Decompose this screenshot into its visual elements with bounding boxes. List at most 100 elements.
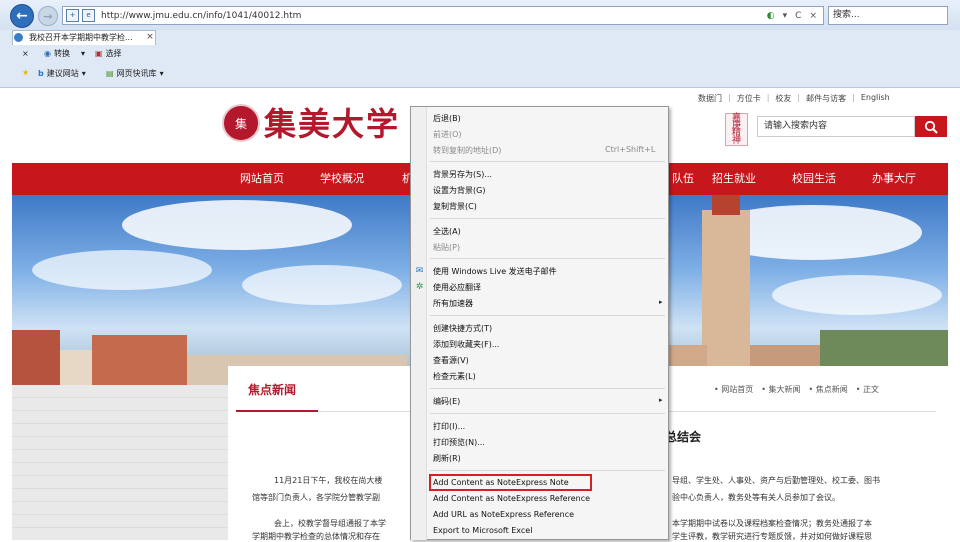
convert-button[interactable]: ◉ 转换 ▾ (44, 48, 85, 59)
convert-dropdown-icon[interactable]: ▾ (81, 49, 85, 58)
context-menu-icon-gutter (411, 107, 427, 540)
breadcrumb: • 网站首页 • 集大新闻 • 焦点新闻 • 正文 (714, 384, 879, 395)
menu-item-forward[interactable]: 前进(O) (433, 129, 462, 140)
cloud (122, 200, 352, 250)
site-search-input[interactable]: 请输入搜索内容 (757, 116, 915, 137)
brick-wall-decoration (12, 385, 228, 540)
nav-about[interactable]: 学校概况 (320, 163, 364, 195)
section-title-underline (236, 410, 318, 412)
email-icon: ✉ (415, 266, 424, 276)
back-button[interactable]: ← (10, 4, 34, 28)
article-text: 导组、学生处、人事处、资产与后勤管理处、校工委、图书 (672, 476, 880, 485)
select-button[interactable]: ▣ 选择 (95, 48, 122, 59)
tab-favicon-icon (14, 33, 23, 42)
menu-item-send-email[interactable]: 使用 Windows Live 发送电子邮件 (433, 266, 557, 277)
menu-item-print[interactable]: 打印(I)... (433, 421, 465, 432)
chevron-down-icon: ▾ (81, 69, 86, 78)
menu-item-view-source[interactable]: 查看源(V) (433, 355, 469, 366)
stop-icon[interactable]: × (809, 11, 817, 21)
menu-item-refresh[interactable]: 刷新(R) (433, 453, 461, 464)
nav-admissions[interactable]: 招生就业 (712, 163, 756, 195)
url-text[interactable]: http://www.jmu.edu.cn/info/1041/40012.ht… (98, 11, 767, 21)
menu-separator (430, 315, 665, 316)
top-link[interactable]: 校友 (775, 93, 791, 105)
search-icon (924, 120, 938, 134)
forward-button[interactable]: → (38, 6, 58, 26)
menu-separator (430, 413, 665, 414)
nav-faculty[interactable]: 队伍 (672, 163, 694, 195)
menu-separator (430, 258, 665, 259)
menu-separator (430, 161, 665, 162)
compat-view-icon[interactable]: ◐ (767, 11, 775, 21)
menu-item-add-to-favorites[interactable]: 添加到收藏夹(F)... (433, 339, 499, 350)
menu-item-translate[interactable]: 使用必应翻译 (433, 282, 481, 293)
web-slice-icon: ▤ (106, 69, 114, 78)
tower-building (702, 210, 750, 385)
close-toolbar-button[interactable]: × (22, 49, 29, 58)
menu-item-create-shortcut[interactable]: 创建快捷方式(T) (433, 323, 492, 334)
menu-item-encoding[interactable]: 编码(E) (433, 396, 460, 407)
convert-icon: ◉ (44, 49, 51, 58)
select-icon: ▣ (95, 49, 103, 58)
menu-item-add-url-as-noteexpress-reference[interactable]: Add URL as NoteExpress Reference (433, 510, 574, 519)
web-slices-link[interactable]: ▤ 网页快讯库 ▾ (106, 68, 164, 79)
tab-active[interactable]: 我校召开本学期期中教学检... (12, 30, 156, 45)
menu-item-go-to-copied-address[interactable]: 转到复制的地址(D) (433, 145, 501, 156)
article-title: 总结会 (665, 430, 702, 444)
nav-home[interactable]: 网站首页 (240, 163, 284, 195)
menu-item-add-content-as-noteexpress-reference[interactable]: Add Content as NoteExpress Reference (433, 494, 590, 503)
submenu-arrow-icon: ▸ (659, 396, 663, 404)
compat-icon[interactable]: + (66, 9, 79, 22)
building (12, 330, 60, 385)
top-link-english[interactable]: English (861, 93, 890, 105)
building (60, 350, 92, 385)
translate-icon: ✲ (415, 282, 424, 292)
menu-item-set-as-background[interactable]: 设置为背景(G) (433, 185, 485, 196)
nav-services[interactable]: 办事大厅 (872, 163, 916, 195)
top-link[interactable]: 数据门 (698, 93, 722, 105)
menu-item-back[interactable]: 后退(B) (433, 113, 461, 124)
tab-close-button[interactable]: × (144, 30, 156, 45)
refresh-icon[interactable]: C (795, 11, 801, 21)
menu-item-copy-background[interactable]: 复制背景(C) (433, 201, 477, 212)
top-links: 数据门 | 方位卡 | 校友 | 邮件与访客 | English (698, 93, 890, 105)
dropdown-icon[interactable]: ▾ (783, 11, 788, 21)
menu-item-inspect-element[interactable]: 检查元素(L) (433, 371, 476, 382)
menu-item-shortcut: Ctrl+Shift+L (605, 145, 656, 154)
command-toolbar: × ◉ 转换 ▾ ▣ 选择 (0, 46, 960, 64)
menu-item-print-preview[interactable]: 打印预览(N)... (433, 437, 485, 448)
browser-search-input[interactable]: 搜索... (828, 6, 948, 25)
menu-separator (430, 218, 665, 219)
address-bar[interactable]: + e http://www.jmu.edu.cn/info/1041/4001… (62, 6, 824, 25)
top-link[interactable]: 方位卡 (737, 93, 761, 105)
article-text: 11月21日下午，我校在尚大楼 (274, 476, 383, 485)
cloud (772, 275, 942, 315)
bing-icon: b (38, 69, 44, 78)
top-link[interactable]: 邮件与访客 (806, 93, 846, 105)
cloud (242, 265, 402, 305)
menu-item-paste[interactable]: 粘贴(P) (433, 242, 460, 253)
breadcrumb-item[interactable]: • 集大新闻 (761, 384, 800, 395)
page-icon: e (82, 9, 95, 22)
favorites-star-icon[interactable]: ★ (22, 68, 29, 77)
nav-campus-life[interactable]: 校园生活 (792, 163, 836, 195)
favorites-toolbar: ★ b 建议网站 ▾ ▤ 网页快讯库 ▾ (0, 64, 960, 84)
suggested-sites-link[interactable]: b 建议网站 ▾ (38, 68, 86, 79)
menu-separator (430, 470, 665, 471)
breadcrumb-item: • 正文 (855, 385, 880, 394)
university-seal-logo[interactable]: 集 (222, 104, 260, 142)
article-text: 验中心负责人，教务处等有关人员参加了会议。 (672, 493, 840, 502)
menu-item-save-background[interactable]: 背景另存为(S)... (433, 169, 492, 180)
article-text: 会上，校教学督导组通报了本学 (274, 519, 386, 528)
breadcrumb-item[interactable]: • 焦点新闻 (809, 384, 848, 395)
breadcrumb-item[interactable]: • 网站首页 (714, 384, 753, 395)
menu-item-select-all[interactable]: 全选(A) (433, 226, 461, 237)
article-text: 学生评教，教学研究进行专题反馈，并对如何做好课程思 (672, 532, 872, 541)
university-name-logo[interactable]: 集美大学 (264, 99, 400, 145)
menu-item-all-accelerators[interactable]: 所有加速器 (433, 298, 473, 309)
jiageng-spirit-stamp[interactable]: 嘉庚精神 (725, 113, 748, 146)
section-title: 焦点新闻 (248, 383, 297, 397)
site-search-button[interactable] (915, 116, 947, 137)
highlight-annotation-box (429, 474, 592, 491)
menu-item-export-to-excel[interactable]: Export to Microsoft Excel (433, 526, 532, 535)
